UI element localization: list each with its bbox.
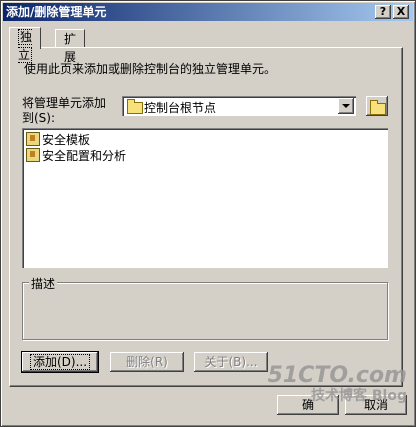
add-button[interactable]: 添加(D)... [21, 351, 99, 373]
add-to-label-line1: 将管理单元添加 [22, 96, 107, 110]
watermark: 51CTO.com 技术博客 Blog [267, 363, 407, 404]
standalone-panel: 使用此页来添加或删除控制台的独立管理单元。 将管理单元添加 到(S): 控制台根… [9, 47, 403, 387]
snapin-list[interactable]: 安全模板 安全配置和分析 [22, 128, 388, 268]
add-button-label: 添加(D)... [29, 354, 91, 370]
snapin-label: 安全配置和分析 [42, 149, 127, 163]
remove-button[interactable]: 删除(R) [110, 352, 184, 372]
list-item[interactable]: 安全配置和分析 [26, 148, 126, 164]
close-button[interactable]: X [393, 5, 409, 19]
about-button[interactable]: 关于(B)... [194, 352, 268, 372]
list-item[interactable]: 安全模板 [26, 132, 90, 148]
help-button[interactable]: ? [375, 5, 391, 19]
window-title: 添加/删除管理单元 [6, 5, 107, 19]
snapin-label: 安全模板 [42, 133, 91, 147]
description-group: 描述 [22, 275, 388, 340]
folder-up-icon [370, 100, 386, 115]
add-to-combobox[interactable]: 控制台根节点 [122, 96, 356, 116]
snapin-icon [26, 148, 40, 162]
tab-standalone-label: 独立 [18, 29, 33, 63]
snapin-icon [26, 132, 40, 146]
title-bar[interactable]: 添加/删除管理单元 ? X [3, 3, 413, 21]
add-to-value: 控制台根节点 [144, 101, 217, 115]
watermark-line2: 技术博客 Blog [311, 388, 407, 404]
description-group-label: 描述 [29, 275, 58, 292]
tab-extensions[interactable]: 扩展 [55, 29, 86, 64]
chevron-down-icon[interactable] [338, 98, 354, 114]
add-to-label-line2: 到(S): [22, 111, 56, 125]
panel-description: 使用此页来添加或删除控制台的独立管理单元。 [24, 62, 277, 76]
watermark-line1: 51CTO.com [267, 363, 407, 388]
tab-standalone[interactable]: 独立 [9, 27, 42, 63]
browse-folder-button[interactable] [366, 96, 388, 116]
add-to-label: 将管理单元添加 到(S): [22, 96, 122, 126]
add-remove-snapin-dialog: 添加/删除管理单元 ? X 独立 扩展 使用此页来添加或删除控制台的独立管理单元… [0, 0, 416, 427]
folder-icon [127, 99, 143, 114]
